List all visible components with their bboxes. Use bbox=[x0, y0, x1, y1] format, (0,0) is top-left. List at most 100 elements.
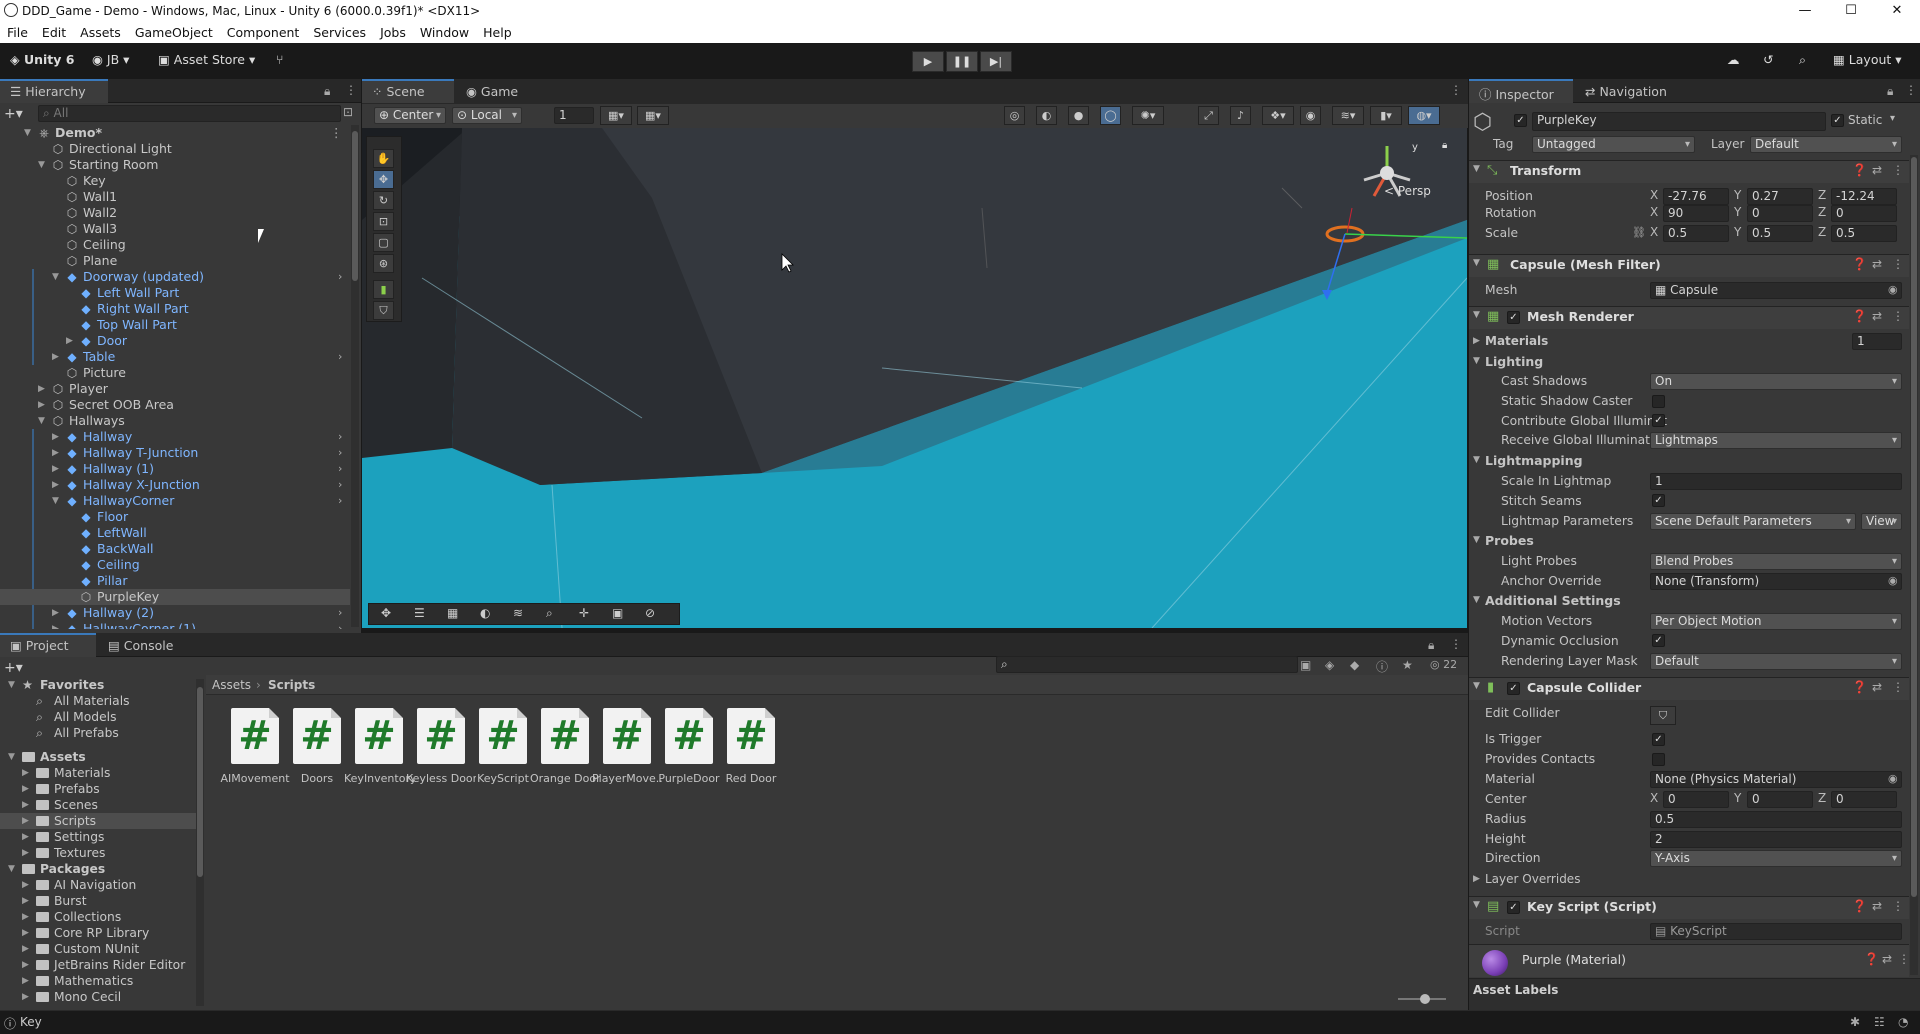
package-item[interactable]: ▶ AI Navigation bbox=[0, 877, 196, 893]
script-asset[interactable]: # Red Door bbox=[716, 708, 786, 785]
project-create-button[interactable]: +▾ bbox=[4, 660, 23, 676]
position-y-field[interactable]: 0.27 bbox=[1747, 188, 1813, 205]
layout-dropdown[interactable]: ▦ Layout ▾ bbox=[1833, 52, 1902, 67]
prefab-open-arrow-icon[interactable]: › bbox=[338, 349, 342, 365]
capsule-collider-enabled-checkbox[interactable]: ✓ bbox=[1507, 682, 1520, 695]
play-button[interactable]: ▶ bbox=[912, 51, 944, 72]
script-asset[interactable]: # AIMovement bbox=[220, 708, 290, 785]
view-button[interactable]: View bbox=[1861, 513, 1902, 530]
tab-console[interactable]: ▤ Console bbox=[98, 633, 183, 657]
package-item[interactable]: ▶ Burst bbox=[0, 893, 196, 909]
hierarchy-item[interactable]: ◆ Left Wall Part bbox=[0, 285, 350, 301]
collapse-arrow-icon[interactable]: ▶ bbox=[22, 829, 29, 845]
tab-inspector[interactable]: ⓘ Inspector bbox=[1469, 79, 1573, 103]
hierarchy-item[interactable]: ▶ ◆ Hallway (1) › bbox=[0, 461, 350, 477]
asset-folder-item[interactable]: ▶ Textures bbox=[0, 845, 196, 861]
layers-icon[interactable]: ☷ bbox=[1874, 1015, 1885, 1029]
rotation-y-field[interactable]: 0 bbox=[1747, 205, 1813, 222]
scale-lightmap-field[interactable]: 1 bbox=[1650, 473, 1902, 490]
scale-x-field[interactable]: 0.5 bbox=[1663, 225, 1729, 242]
lighting-toggle-icon[interactable]: ✺▾ bbox=[1132, 106, 1164, 125]
prefab-open-arrow-icon[interactable]: › bbox=[338, 429, 342, 445]
tab-navigation[interactable]: ⇄ Navigation bbox=[1575, 79, 1677, 103]
anchor-override-field[interactable]: None (Transform) bbox=[1650, 573, 1902, 590]
favorite-item[interactable]: ⌕ All Prefabs bbox=[0, 725, 196, 741]
hierarchy-item[interactable]: ▶ ◆ Hallway T-Junction › bbox=[0, 445, 350, 461]
collapse-arrow-icon[interactable]: ▶ bbox=[22, 973, 29, 989]
progress-icon[interactable]: ◔ bbox=[1898, 1015, 1908, 1029]
hierarchy-item[interactable]: ⬡ Picture bbox=[0, 365, 350, 381]
project-search-input[interactable]: ⌕ bbox=[996, 656, 1298, 673]
collapse-arrow-icon[interactable]: ▶ bbox=[22, 781, 29, 797]
expand-arrow-icon[interactable]: ▼ bbox=[1473, 595, 1480, 605]
render-mode-icon[interactable]: ▮▾ bbox=[1370, 106, 1402, 125]
hierarchy-item[interactable]: ⬡ Wall1 bbox=[0, 189, 350, 205]
folder-scrollbar[interactable] bbox=[196, 679, 204, 1006]
prefab-open-arrow-icon[interactable]: › bbox=[338, 477, 342, 493]
tag-dropdown[interactable]: Untagged bbox=[1532, 136, 1695, 153]
transform-tool-icon[interactable]: ⊛ bbox=[373, 254, 394, 273]
collapse-arrow-icon[interactable]: ▼ bbox=[1473, 681, 1480, 691]
collapse-arrow-icon[interactable]: ▶ bbox=[66, 333, 76, 349]
menu-edit[interactable]: Edit bbox=[35, 22, 73, 40]
breadcrumb-assets[interactable]: Assets bbox=[212, 678, 251, 692]
physics-material-field[interactable]: None (Physics Material) bbox=[1650, 771, 1902, 788]
hierarchy-item[interactable]: ◆ Top Wall Part bbox=[0, 317, 350, 333]
hierarchy-item[interactable]: ▼ ⎈ Demo* ⋮ bbox=[0, 125, 350, 141]
static-dropdown-icon[interactable]: ▾ bbox=[1890, 113, 1895, 124]
menu-file[interactable]: File bbox=[0, 22, 35, 40]
hierarchy-item[interactable]: ◆ Pillar bbox=[0, 573, 350, 589]
overlay-camera-icon[interactable]: ▣ bbox=[612, 606, 623, 620]
filter-tag-icon[interactable]: ◆ bbox=[1350, 658, 1359, 672]
account-button[interactable]: ◉ JB ▾ bbox=[92, 52, 129, 67]
object-name-field[interactable]: PurpleKey bbox=[1532, 112, 1826, 131]
prefab-open-arrow-icon[interactable]: › bbox=[338, 461, 342, 477]
prefab-open-arrow-icon[interactable]: › bbox=[338, 605, 342, 621]
filter-type-icon[interactable]: ▣ bbox=[1300, 658, 1311, 672]
height-field[interactable]: 2 bbox=[1650, 831, 1902, 848]
help-icon[interactable]: ❓ bbox=[1852, 163, 1867, 177]
move-tool-icon[interactable]: ✥ bbox=[373, 170, 394, 189]
collapse-arrow-icon[interactable]: ▶ bbox=[52, 445, 62, 461]
hierarchy-item[interactable]: ▶ ◆ HallwayCorner (1) › bbox=[0, 621, 350, 629]
scene-visibility-icon[interactable]: ◉ bbox=[1300, 106, 1321, 125]
expand-arrow-icon[interactable]: ▼ bbox=[52, 269, 62, 285]
direction-dropdown[interactable]: Y-Axis bbox=[1650, 850, 1902, 867]
more-menu-icon[interactable]: ⋮ bbox=[345, 83, 357, 97]
hierarchy-item[interactable]: ⬡ Directional Light bbox=[0, 141, 350, 157]
contribute-gi-checkbox[interactable]: ✓ bbox=[1652, 414, 1665, 427]
packages-folder[interactable]: ▼ Packages bbox=[0, 861, 196, 877]
hierarchy-search-input[interactable]: ⌕ All bbox=[38, 105, 341, 122]
inspector-more-icon[interactable]: ⋮ bbox=[1905, 83, 1917, 97]
expand-arrow-icon[interactable]: ▼ bbox=[52, 493, 62, 509]
draw-mode-icon[interactable]: ◎ bbox=[1004, 106, 1025, 125]
overlay-move-icon[interactable]: ✥ bbox=[381, 606, 391, 620]
info-icon[interactable]: ⓘ bbox=[1376, 658, 1388, 675]
materials-count-field[interactable]: 1 bbox=[1852, 333, 1902, 350]
component-menu-icon[interactable]: ⋮ bbox=[1892, 257, 1904, 271]
prefab-open-arrow-icon[interactable]: › bbox=[338, 621, 342, 629]
prefab-open-arrow-icon[interactable]: › bbox=[338, 269, 342, 285]
menu-assets[interactable]: Assets bbox=[73, 22, 128, 40]
script-asset[interactable]: # Orange Door bbox=[530, 708, 600, 785]
pause-button[interactable]: ❚❚ bbox=[946, 51, 978, 72]
preset-icon[interactable]: ⇄ bbox=[1872, 309, 1882, 323]
debug-icon[interactable]: ✱ bbox=[1850, 1015, 1860, 1029]
component-menu-icon[interactable]: ⋮ bbox=[1898, 952, 1910, 966]
collapse-arrow-icon[interactable]: ▶ bbox=[1473, 336, 1480, 346]
lock-icon[interactable]: 🔒︎ bbox=[324, 84, 330, 99]
tab-hierarchy[interactable]: ☰ Hierarchy bbox=[0, 79, 108, 103]
collapse-arrow-icon[interactable]: ▶ bbox=[22, 893, 29, 909]
scale-y-field[interactable]: 0.5 bbox=[1747, 225, 1813, 242]
layer-dropdown[interactable]: Default bbox=[1750, 136, 1902, 153]
center-z-field[interactable]: 0 bbox=[1831, 791, 1897, 808]
expand-arrow-icon[interactable]: ▼ bbox=[8, 677, 15, 693]
overlay-snap-icon[interactable]: ▦ bbox=[447, 606, 458, 620]
favorite-item[interactable]: ⌕ All Materials bbox=[0, 693, 196, 709]
motion-vectors-dropdown[interactable]: Per Object Motion bbox=[1650, 613, 1902, 630]
overlay-search-icon[interactable]: ⌕ bbox=[546, 606, 553, 621]
snap-increment-field[interactable]: 1 bbox=[554, 107, 594, 124]
collapse-arrow-icon[interactable]: ▶ bbox=[38, 397, 48, 413]
package-item[interactable]: ▶ JetBrains Rider Editor bbox=[0, 957, 196, 973]
expand-arrow-icon[interactable]: ▼ bbox=[38, 157, 48, 173]
